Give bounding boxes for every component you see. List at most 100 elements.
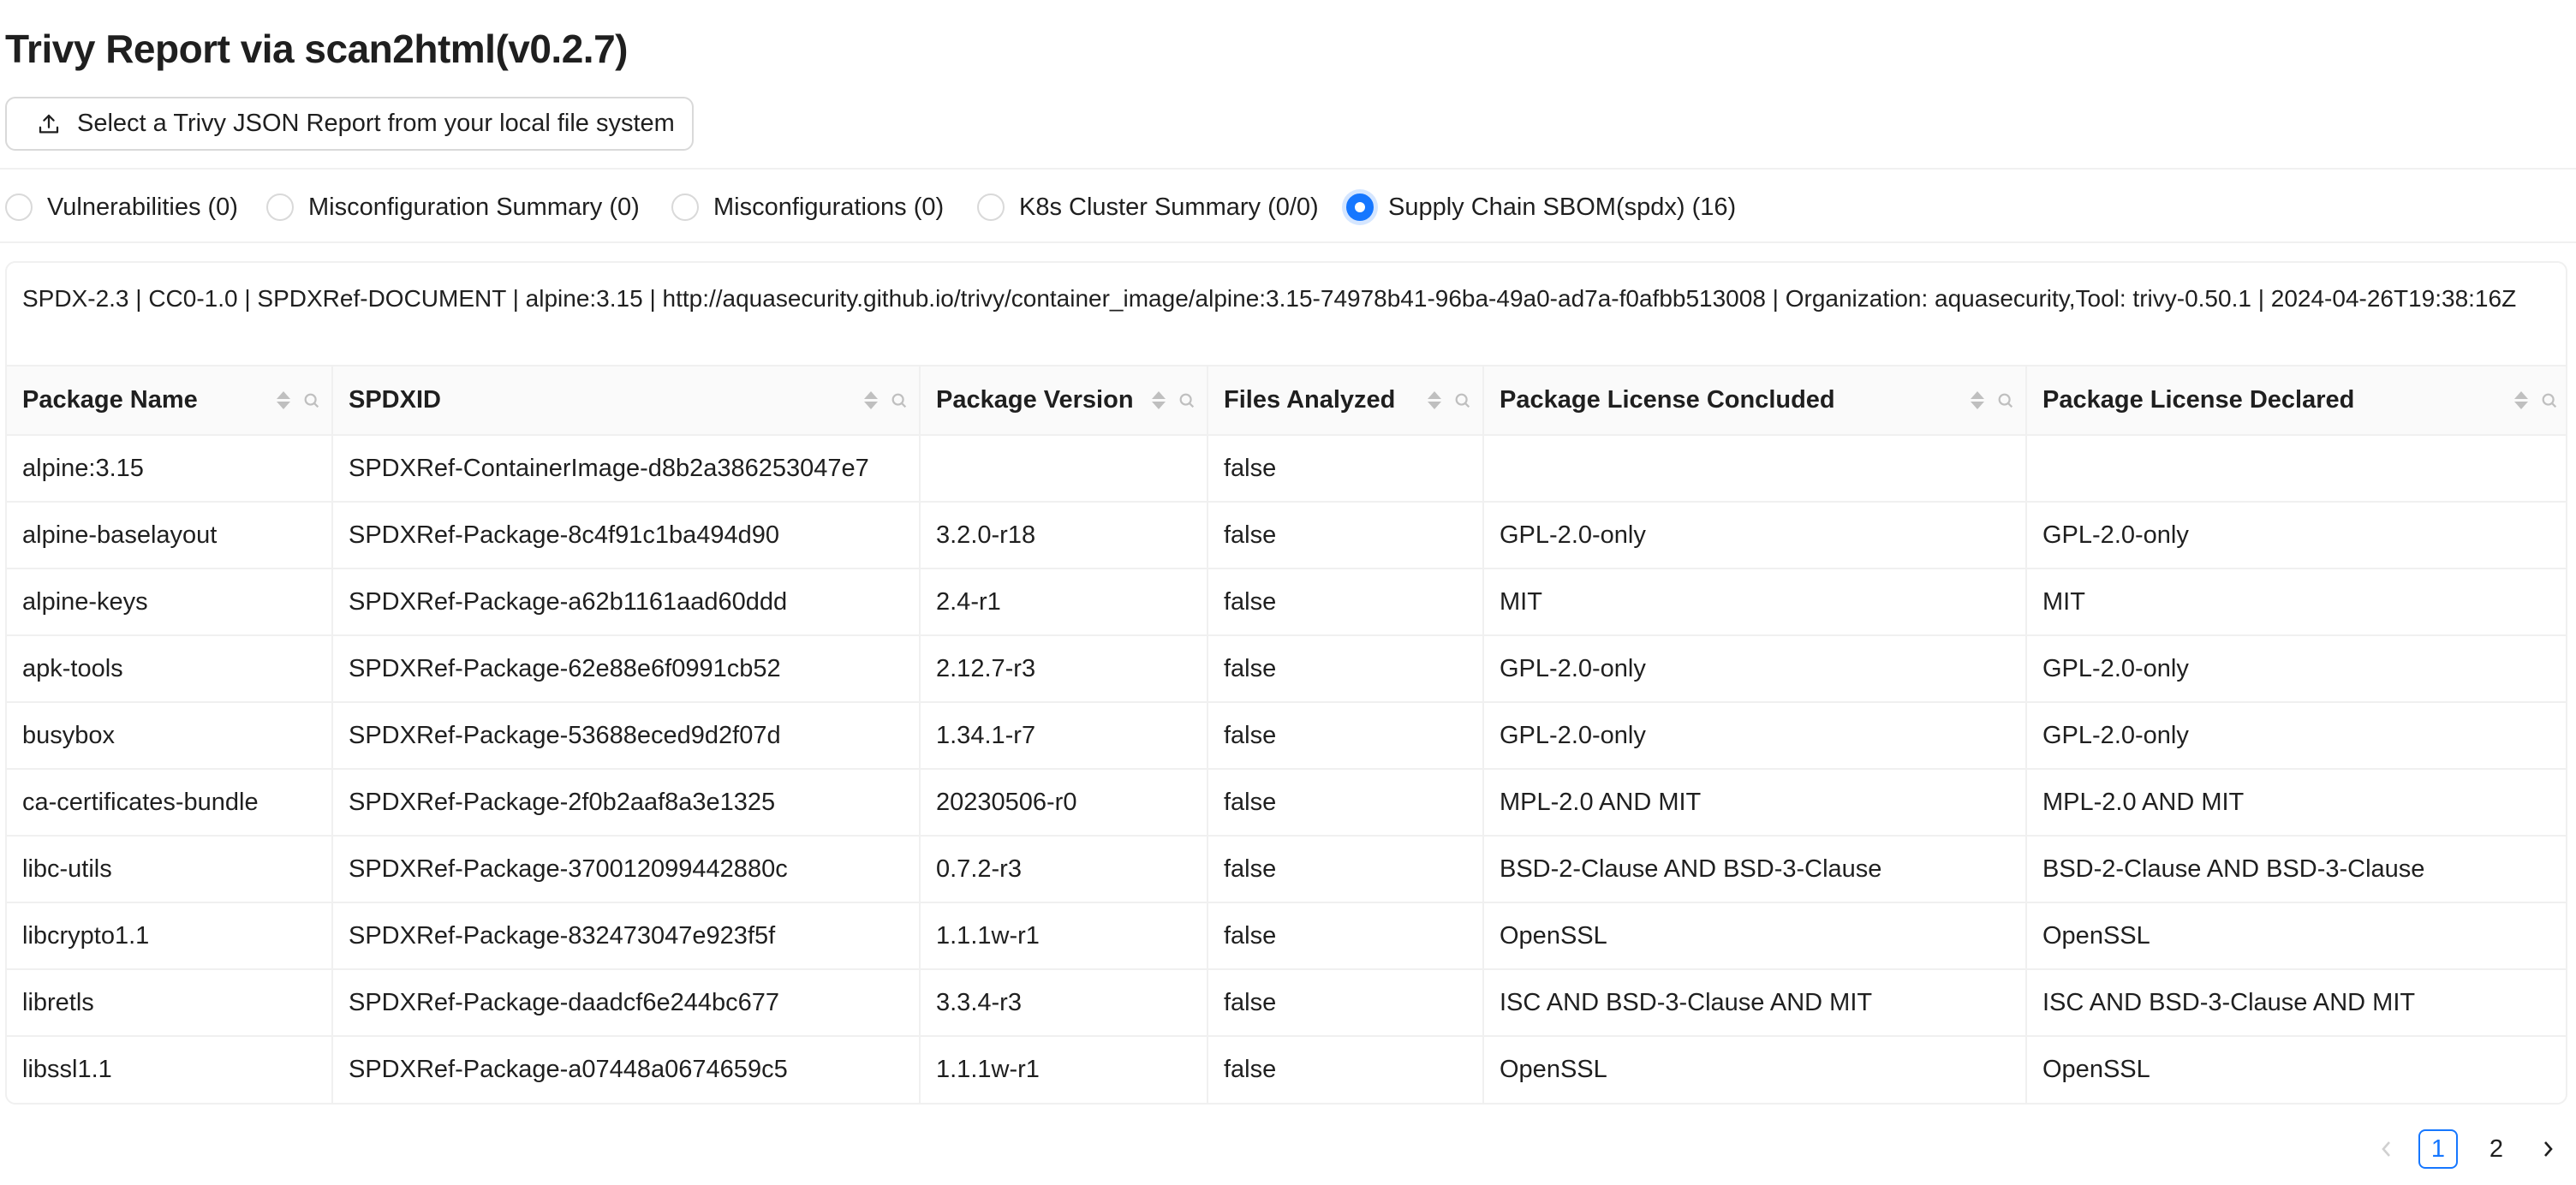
search-icon[interactable] <box>890 391 909 410</box>
cell-package-version <box>920 435 1208 503</box>
cell-package-name: alpine-keys <box>7 569 333 636</box>
cell-license-concluded <box>1483 435 2027 503</box>
table-row[interactable]: ca-certificates-bundle SPDXRef-Package-2f… <box>7 769 2566 837</box>
cell-license-concluded: ISC AND BSD-3-Clause AND MIT <box>1483 969 2027 1037</box>
radio-circle-checked[interactable] <box>1346 194 1374 221</box>
table-row[interactable]: libcrypto1.1 SPDXRef-Package-832473047e92… <box>7 902 2566 970</box>
cell-license-concluded: MPL-2.0 AND MIT <box>1483 769 2027 837</box>
search-icon[interactable] <box>1178 391 1196 410</box>
table-row[interactable]: libc-utils SPDXRef-Package-37001209944288… <box>7 836 2566 903</box>
cell-files-analyzed: false <box>1208 502 1484 569</box>
cell-license-declared <box>2026 435 2566 503</box>
upload-icon <box>39 114 59 133</box>
sort-icon[interactable] <box>864 391 878 409</box>
cell-spdxid: SPDXRef-Package-8c4f91c1ba494d90 <box>332 502 921 569</box>
cell-spdxid: SPDXRef-Package-a07448a0674659c5 <box>332 1036 921 1103</box>
radio-label: Vulnerabilities (0) <box>47 193 238 221</box>
next-page-button[interactable] <box>2535 1130 2561 1168</box>
cell-package-name: libc-utils <box>7 836 333 903</box>
search-icon[interactable] <box>1996 391 2015 410</box>
page-button-1[interactable]: 1 <box>2418 1129 2458 1169</box>
radio-label: Supply Chain SBOM(spdx) (16) <box>1388 193 1737 221</box>
page-button-2[interactable]: 2 <box>2477 1129 2516 1169</box>
cell-license-declared: MPL-2.0 AND MIT <box>2026 769 2566 837</box>
column-header-license-declared: Package License Declared <box>2026 366 2566 436</box>
cell-license-concluded: MIT <box>1483 569 2027 636</box>
cell-license-declared: GPL-2.0-only <box>2026 702 2566 770</box>
cell-package-version: 1.1.1w-r1 <box>920 902 1208 970</box>
cell-license-declared: MIT <box>2026 569 2566 636</box>
table-row[interactable]: apk-tools SPDXRef-Package-62e88e6f0991cb5… <box>7 635 2566 703</box>
cell-package-version: 2.12.7-r3 <box>920 635 1208 703</box>
cell-package-version: 3.2.0-r18 <box>920 502 1208 569</box>
cell-license-declared: ISC AND BSD-3-Clause AND MIT <box>2026 969 2566 1037</box>
cell-package-version: 1.1.1w-r1 <box>920 1036 1208 1103</box>
cell-license-concluded: OpenSSL <box>1483 1036 2027 1103</box>
column-header-spdxid: SPDXID <box>332 366 921 436</box>
prev-page-button[interactable] <box>2374 1130 2400 1168</box>
table-row[interactable]: alpine:3.15 SPDXRef-ContainerImage-d8b2a3… <box>7 435 2566 503</box>
table-row[interactable]: alpine-keys SPDXRef-Package-a62b1161aad60… <box>7 569 2566 636</box>
table-row[interactable]: alpine-baselayout SPDXRef-Package-8c4f91c… <box>7 502 2566 569</box>
radio-vulnerabilities[interactable]: Vulnerabilities (0) <box>5 170 238 245</box>
radio-misconfigurations[interactable]: Misconfigurations (0) <box>671 170 944 245</box>
sort-icon[interactable] <box>1152 391 1166 409</box>
radio-circle[interactable] <box>671 194 699 221</box>
table-row[interactable]: libretls SPDXRef-Package-daadcf6e244bc677… <box>7 969 2566 1037</box>
radio-label: Misconfigurations (0) <box>713 193 945 221</box>
cell-license-declared: OpenSSL <box>2042 1056 2150 1083</box>
table-row[interactable]: busybox SPDXRef-Package-53688eced9d2f07d 1… <box>7 702 2566 770</box>
cell-files-analyzed: false <box>1208 569 1484 636</box>
cell-spdxid: SPDXRef-Package-a62b1161aad60ddd <box>332 569 921 636</box>
cell-files-analyzed: false <box>1208 435 1484 503</box>
cell-license-concluded: GPL-2.0-only <box>1483 702 2027 770</box>
cell-files-analyzed: false <box>1208 836 1484 903</box>
cell-package-name: ca-certificates-bundle <box>7 769 333 837</box>
radio-label: Misconfiguration Summary (0) <box>308 193 640 221</box>
sort-icon[interactable] <box>2514 391 2528 409</box>
cell-package-version: 0.7.2-r3 <box>920 836 1208 903</box>
sbom-table: Package Name SPDXID Package Version File… <box>7 366 2566 1103</box>
column-header-license-concluded: Package License Concluded <box>1483 366 2027 436</box>
radio-misconfiguration-summary[interactable]: Misconfiguration Summary (0) <box>266 170 640 245</box>
radio-supply-chain-sbom[interactable]: Supply Chain SBOM(spdx) (16) <box>1346 170 1736 245</box>
sort-icon[interactable] <box>1971 391 1984 409</box>
cell-files-analyzed: false <box>1208 902 1484 970</box>
chevron-right-icon <box>2544 1141 2553 1157</box>
cell-spdxid: SPDXRef-Package-62e88e6f0991cb52 <box>332 635 921 703</box>
search-icon[interactable] <box>1453 391 1472 410</box>
cell-spdxid: SPDXRef-Package-2f0b2aaf8a3e1325 <box>332 769 921 837</box>
cell-spdxid: SPDXRef-Package-53688eced9d2f07d <box>332 702 921 770</box>
cell-license-concluded: BSD-2-Clause AND BSD-3-Clause <box>1483 836 2027 903</box>
radio-circle[interactable] <box>977 194 1005 221</box>
report-type-radio-group: Vulnerabilities (0) Misconfiguration Sum… <box>0 168 2576 243</box>
cell-spdxid: SPDXRef-ContainerImage-d8b2a386253047e7 <box>332 435 921 503</box>
cell-files-analyzed: false <box>1208 702 1484 770</box>
cell-package-version: 20230506-r0 <box>920 769 1208 837</box>
table-row[interactable]: libssl1.1 SPDXRef-Package-a07448a0674659c… <box>7 1036 2566 1103</box>
cell-license-concluded: GPL-2.0-only <box>1483 635 2027 703</box>
cell-package-name: libssl1.1 <box>7 1036 333 1103</box>
column-header-files-analyzed: Files Analyzed <box>1208 366 1484 436</box>
radio-circle[interactable] <box>5 194 33 221</box>
sort-icon[interactable] <box>1428 391 1441 409</box>
search-icon[interactable] <box>2540 391 2559 410</box>
cell-spdxid: SPDXRef-Package-daadcf6e244bc677 <box>332 969 921 1037</box>
cell-package-version: 2.4-r1 <box>920 569 1208 636</box>
cell-files-analyzed: false <box>1208 1036 1484 1103</box>
radio-k8s-cluster-summary[interactable]: K8s Cluster Summary (0/0) <box>977 170 1319 245</box>
cell-package-name: libretls <box>7 969 333 1037</box>
cell-license-concluded: OpenSSL <box>1483 902 2027 970</box>
radio-circle[interactable] <box>266 194 294 221</box>
cell-license-concluded: GPL-2.0-only <box>1483 502 2027 569</box>
page-title: Trivy Report via scan2html(v0.2.7) <box>5 27 628 71</box>
cell-files-analyzed: false <box>1208 635 1484 703</box>
pagination: 1 2 <box>2374 1129 2561 1169</box>
search-icon[interactable] <box>302 391 321 410</box>
cell-files-analyzed: false <box>1208 969 1484 1037</box>
select-report-button[interactable]: Select a Trivy JSON Report from your loc… <box>5 97 694 151</box>
cell-package-name: apk-tools <box>7 635 333 703</box>
cell-package-name: libcrypto1.1 <box>7 902 333 970</box>
sort-icon[interactable] <box>277 391 290 409</box>
chevron-left-icon <box>2382 1141 2390 1157</box>
